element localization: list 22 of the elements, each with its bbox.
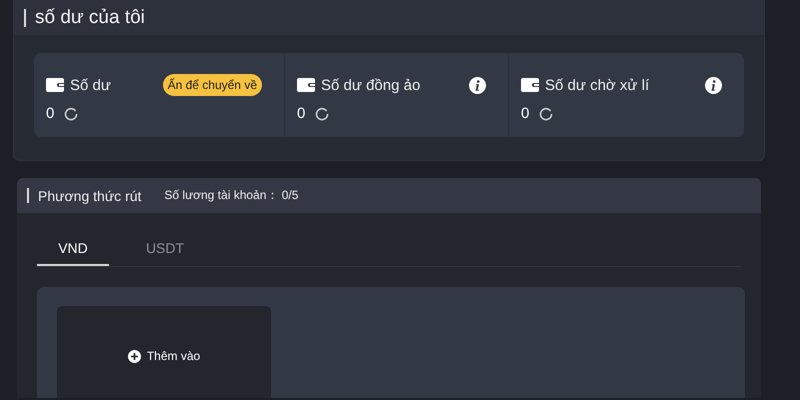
currency-tab[interactable]: USDT [129,231,201,266]
info-icon[interactable] [469,76,486,94]
balance-label: Số dư [70,76,111,94]
balance-label: Số dư đồng ảo [321,76,420,94]
info-icon[interactable] [705,76,722,94]
wallet-icon [297,78,315,92]
transfer-button[interactable]: Ấn để chuyển về [162,74,262,96]
wallet-icon [46,78,64,92]
wallet-icon [521,78,539,92]
refresh-icon[interactable] [315,106,330,120]
plus-icon [128,350,141,362]
account-count: Số lương tài khoản： 0/5 [164,187,298,204]
add-button[interactable]: Thêm vào [57,306,271,398]
balance-label: Số dư chờ xử lí [545,76,650,94]
section-title: Phương thức rút [38,188,142,204]
balance-amount: 0 [46,105,54,122]
balance-amount: 0 [297,105,306,122]
refresh-icon[interactable] [64,106,78,120]
balance-amount: 0 [521,105,530,122]
section-title: số dư của tôi [35,6,145,28]
refresh-icon[interactable] [539,106,554,120]
currency-tab[interactable]: VND [37,231,109,266]
